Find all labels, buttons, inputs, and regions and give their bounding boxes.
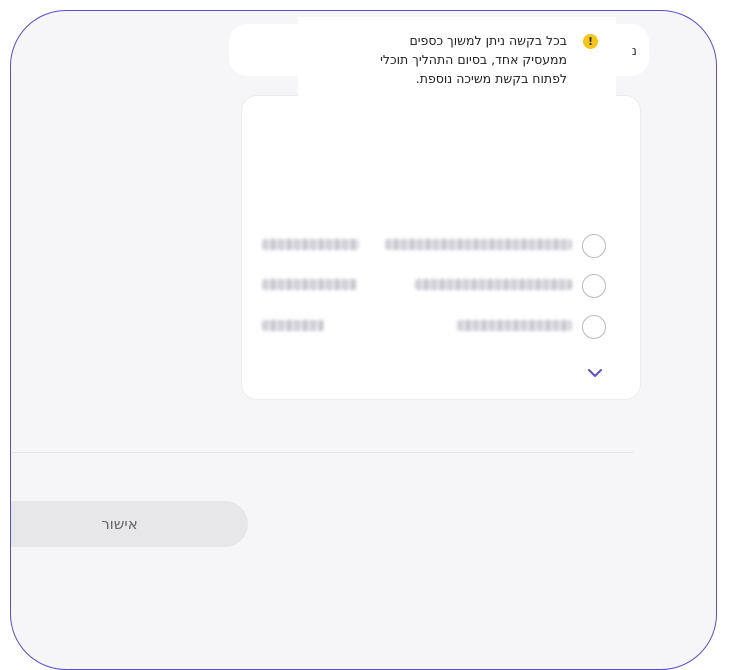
chevron-down-icon[interactable] [586, 366, 604, 380]
divider [11, 452, 633, 453]
tooltip-line: בכל בקשה ניתן למשוך כספים [409, 33, 567, 48]
option-value-redacted [262, 279, 357, 290]
option-row[interactable] [242, 231, 642, 263]
tooltip-line: ממעסיק אחד, בסיום התהליך תוכלי [380, 52, 567, 67]
tooltip-text: בכל בקשה ניתן למשוך כספים ממעסיק אחד, בס… [307, 31, 567, 88]
option-value-redacted [262, 320, 324, 331]
radio-button[interactable] [582, 274, 606, 298]
option-label-redacted [385, 239, 572, 250]
info-tooltip: ! בכל בקשה ניתן למשוך כספים ממעסיק אחד, … [298, 17, 616, 101]
top-card-text: נ [631, 44, 637, 59]
option-label-redacted [457, 320, 572, 331]
warning-icon: ! [583, 34, 598, 49]
option-value-redacted [262, 239, 359, 250]
confirm-button[interactable]: אישור [11, 501, 248, 547]
option-label-redacted [415, 279, 572, 290]
radio-button[interactable] [582, 315, 606, 339]
options-card [241, 95, 641, 400]
option-row[interactable] [242, 271, 642, 303]
option-row[interactable] [242, 312, 642, 344]
tooltip-line: לפתוח בקשת משיכה נוספת. [415, 71, 567, 86]
main-frame: נ ! בכל בקשה ניתן למשוך כספים ממעסיק אחד… [10, 10, 717, 670]
radio-button[interactable] [582, 234, 606, 258]
